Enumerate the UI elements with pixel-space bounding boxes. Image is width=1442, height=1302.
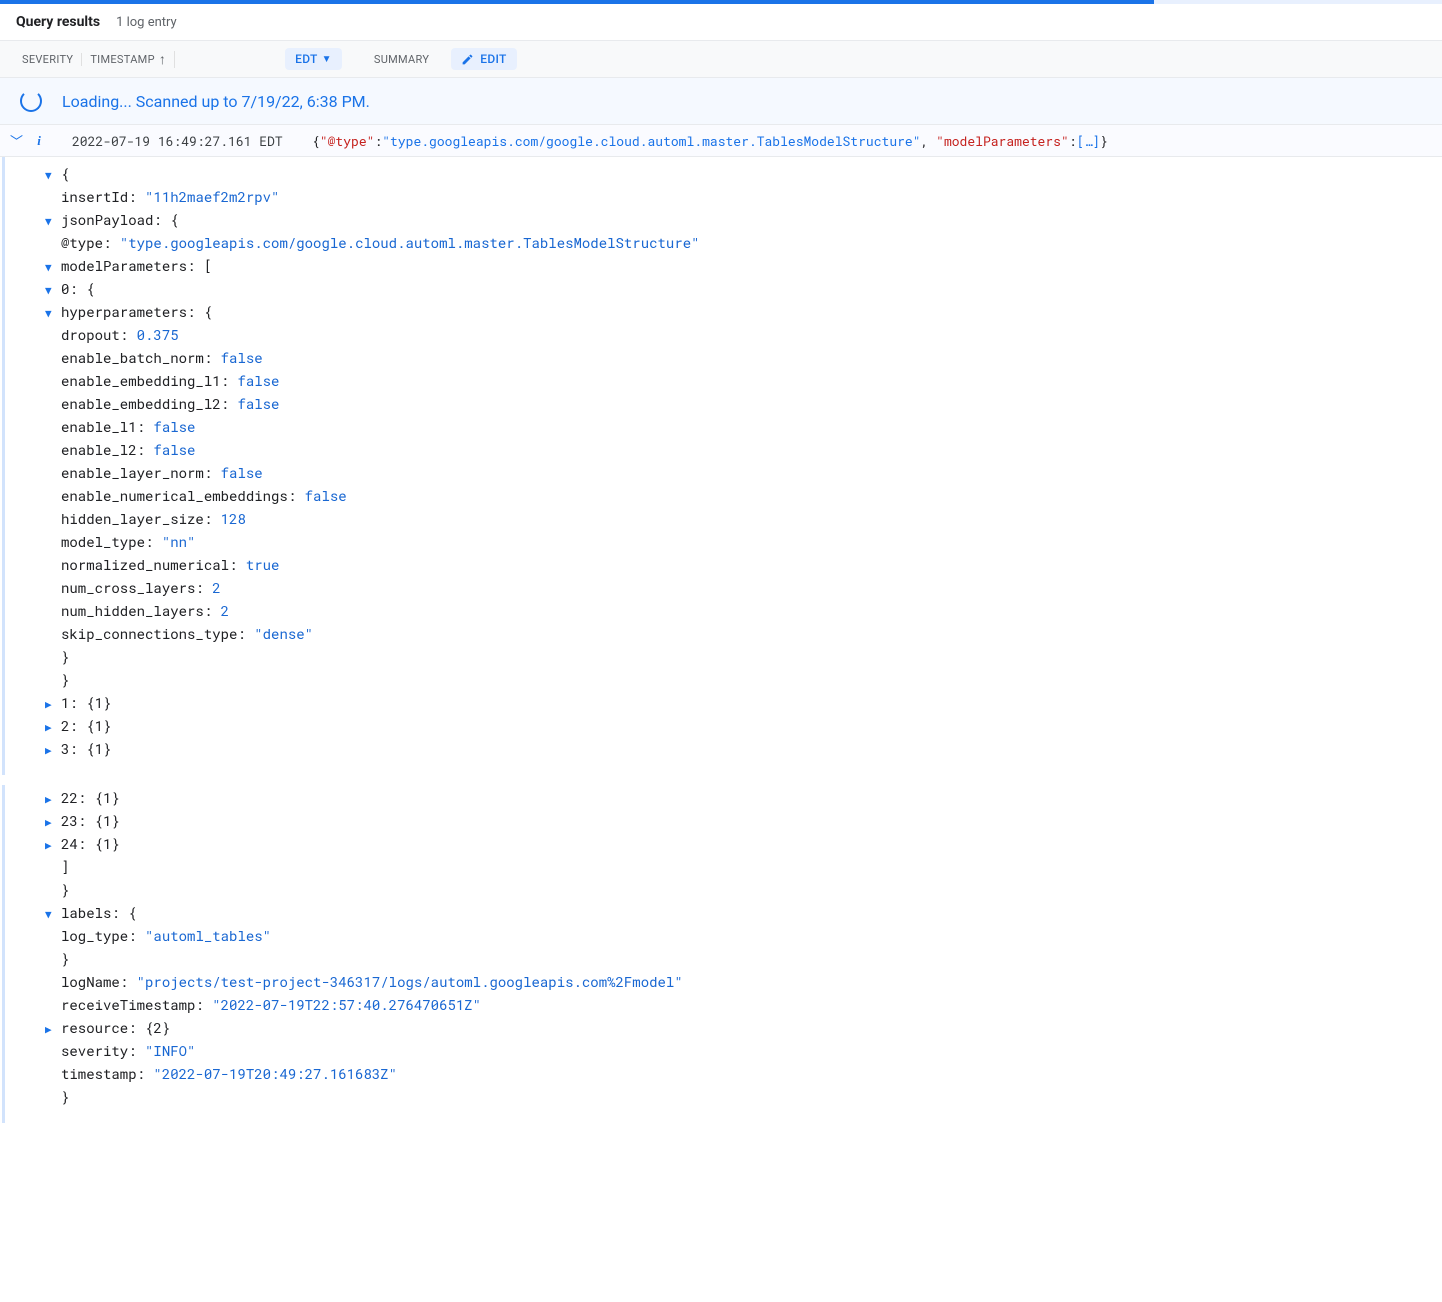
json-field-log_type[interactable]: ▼log_type: "automl_tables"	[5, 925, 1442, 948]
json-array-item-2[interactable]: ▶2: {1}	[5, 715, 1442, 738]
json-field-enable_numerical_embeddings[interactable]: ▼enable_numerical_embeddings: false	[5, 485, 1442, 508]
json-field-enable_l1[interactable]: ▼enable_l1: false	[5, 416, 1442, 439]
log-entry-row[interactable]: ﹀ i 2022-07-19 16:49:27.161 EDT {"@type"…	[0, 125, 1442, 157]
json-ellipsis-gap	[0, 775, 1442, 785]
log-entry-summary: {"@type":"type.googleapis.com/google.clo…	[312, 132, 1432, 150]
json-field-num_hidden_layers[interactable]: ▼num_hidden_layers: 2	[5, 600, 1442, 623]
col-severity[interactable]: SEVERITY	[14, 53, 82, 66]
chevron-down-icon: ▼	[322, 54, 332, 65]
col-timestamp[interactable]: TIMESTAMP ↑	[82, 51, 175, 68]
json-field-modelParameters[interactable]: ▼modelParameters: [	[5, 255, 1442, 278]
json-field-hyperparameters[interactable]: ▼hyperparameters: {	[5, 301, 1442, 324]
results-count: 1 log entry	[116, 15, 177, 30]
loading-row: Loading... Scanned up to 7/19/22, 6:38 P…	[0, 78, 1442, 125]
edit-chip-label: EDIT	[480, 52, 506, 66]
col-timestamp-label: TIMESTAMP	[90, 53, 155, 66]
json-field-hidden_layer_size[interactable]: ▼hidden_layer_size: 128	[5, 508, 1442, 531]
json-field-type[interactable]: ▼@type: "type.googleapis.com/google.clou…	[5, 232, 1442, 255]
json-field-enable_layer_norm[interactable]: ▼enable_layer_norm: false	[5, 462, 1442, 485]
col-summary[interactable]: SUMMARY	[366, 53, 437, 66]
json-field-resource[interactable]: ▶resource: {2}	[5, 1017, 1442, 1040]
json-close-bracket: ▼]	[5, 856, 1442, 879]
json-open-brace[interactable]: ▼{	[5, 163, 1442, 186]
json-field-receiveTimestamp[interactable]: ▼receiveTimestamp: "2022-07-19T22:57:40.…	[5, 994, 1442, 1017]
json-array-item-3[interactable]: ▶3: {1}	[5, 738, 1442, 761]
json-field-dropout[interactable]: ▼dropout: 0.375	[5, 324, 1442, 347]
json-field-insertId[interactable]: ▼insertId: "11h2maef2m2rpv"	[5, 186, 1442, 209]
severity-info-icon: i	[30, 132, 48, 150]
json-field-logName[interactable]: ▼logName: "projects/test-project-346317/…	[5, 971, 1442, 994]
json-field-jsonPayload[interactable]: ▼jsonPayload: {	[5, 209, 1442, 232]
json-field-enable_embedding_l2[interactable]: ▼enable_embedding_l2: false	[5, 393, 1442, 416]
json-field-enable_embedding_l1[interactable]: ▼enable_embedding_l1: false	[5, 370, 1442, 393]
json-field-model_type[interactable]: ▼model_type: "nn"	[5, 531, 1442, 554]
results-title: Query results	[16, 14, 100, 30]
chevron-down-icon[interactable]: ﹀	[10, 131, 26, 150]
json-array-item-22[interactable]: ▶22: {1}	[5, 787, 1442, 810]
json-close-brace: ▼}	[5, 879, 1442, 902]
json-field-num_cross_layers[interactable]: ▼num_cross_layers: 2	[5, 577, 1442, 600]
json-field-enable_l2[interactable]: ▼enable_l2: false	[5, 439, 1442, 462]
columns-header: SEVERITY TIMESTAMP ↑ EDT ▼ SUMMARY EDIT	[0, 41, 1442, 78]
timezone-chip[interactable]: EDT ▼	[285, 48, 342, 70]
results-header: Query results 1 log entry	[0, 4, 1442, 41]
json-tree: ▼{ ▼insertId: "11h2maef2m2rpv" ▼jsonPayl…	[2, 157, 1442, 775]
json-close-brace: ▼}	[5, 669, 1442, 692]
pencil-icon	[461, 53, 474, 66]
json-field-skip_connections_type[interactable]: ▼skip_connections_type: "dense"	[5, 623, 1442, 646]
json-field-enable_batch_norm[interactable]: ▼enable_batch_norm: false	[5, 347, 1442, 370]
log-entry-timestamp: 2022-07-19 16:49:27.161 EDT	[72, 132, 312, 150]
json-field-severity[interactable]: ▼severity: "INFO"	[5, 1040, 1442, 1063]
timezone-chip-label: EDT	[295, 52, 318, 66]
json-tree-continued: ▶22: {1} ▶23: {1} ▶24: {1} ▼] ▼} ▼labels…	[2, 785, 1442, 1123]
sort-ascending-icon: ↑	[159, 51, 166, 68]
json-array-item-23[interactable]: ▶23: {1}	[5, 810, 1442, 833]
json-close-brace: ▼}	[5, 948, 1442, 971]
json-close-brace: ▼}	[5, 1086, 1442, 1109]
json-array-item-24[interactable]: ▶24: {1}	[5, 833, 1442, 856]
json-field-normalized_numerical[interactable]: ▼normalized_numerical: true	[5, 554, 1442, 577]
json-array-item-1[interactable]: ▶1: {1}	[5, 692, 1442, 715]
json-close-brace: ▼}	[5, 646, 1442, 669]
loading-text: Loading... Scanned up to 7/19/22, 6:38 P…	[62, 92, 370, 111]
progress-bar	[0, 0, 1442, 4]
json-array-item-0[interactable]: ▼0: {	[5, 278, 1442, 301]
json-field-timestamp[interactable]: ▼timestamp: "2022-07-19T20:49:27.161683Z…	[5, 1063, 1442, 1086]
json-field-labels[interactable]: ▼labels: {	[5, 902, 1442, 925]
edit-chip[interactable]: EDIT	[451, 48, 516, 70]
progress-bar-fill	[0, 0, 1154, 4]
spinner-icon	[20, 90, 42, 112]
